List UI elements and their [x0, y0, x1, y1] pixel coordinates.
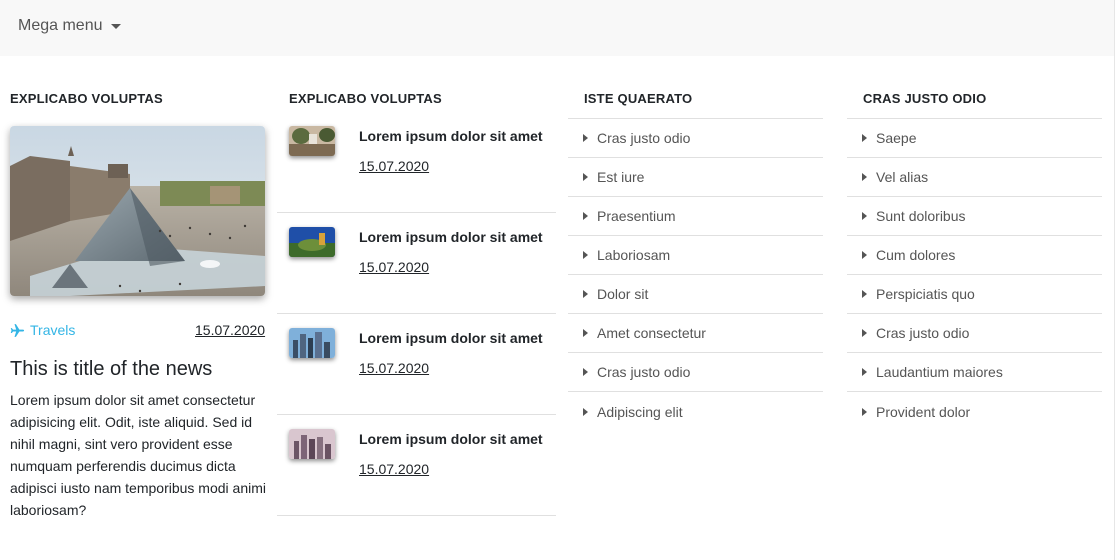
news-column-title: Explicabo voluptas [289, 91, 442, 106]
list-item[interactable]: Cras justo odio [568, 353, 823, 392]
list-item[interactable]: Perspiciatis quo [847, 275, 1102, 314]
caret-right-icon [862, 173, 867, 181]
news-thumbnail [289, 126, 335, 156]
list-item-label: Est iure [597, 169, 645, 185]
category-link[interactable]: Travels [10, 322, 75, 338]
news-item[interactable]: Lorem ipsum dolor sit amet 15.07.2020 [277, 314, 556, 415]
news-item-title: Lorem ipsum dolor sit amet [359, 128, 543, 144]
caret-right-icon [862, 368, 867, 376]
list-item[interactable]: Cras justo odio [847, 314, 1102, 353]
list-item-label: Adipiscing elit [597, 403, 683, 420]
news-thumbnail [289, 328, 335, 358]
featured-news-image[interactable] [10, 126, 265, 296]
list-item[interactable]: Est iure [568, 158, 823, 197]
caret-right-icon [583, 134, 588, 142]
featured-news-text: Lorem ipsum dolor sit amet consectetur a… [10, 392, 266, 518]
list-item-label: Cum dolores [876, 247, 956, 263]
list-item[interactable]: Saepe [847, 119, 1102, 158]
list2-column-title: Cras justo odio [863, 91, 987, 106]
list-item-label: Cras justo odio [876, 325, 970, 341]
caret-right-icon [583, 212, 588, 220]
list-item[interactable]: Vel alias [847, 158, 1102, 197]
news-item-title: Lorem ipsum dolor sit amet [359, 431, 543, 447]
category-label: Travels [30, 322, 76, 338]
news-item[interactable]: Lorem ipsum dolor sit amet 15.07.2020 [277, 415, 556, 516]
caret-right-icon [862, 134, 867, 142]
list1: Cras justo odio Est iure Praesentium Lab… [568, 118, 823, 431]
caret-right-icon [583, 173, 588, 181]
list-item-label: Amet consectetur [597, 325, 706, 341]
list-item[interactable]: Cras justo odio [568, 119, 823, 158]
caret-down-icon [110, 24, 121, 29]
caret-right-icon [583, 290, 588, 298]
news-item-date[interactable]: 15.07.2020 [359, 259, 429, 275]
featured-news-date[interactable]: 15.07.2020 [195, 322, 265, 338]
mega-menu-label: Mega menu [18, 17, 103, 34]
news-item[interactable]: Lorem ipsum dolor sit amet 15.07.2020 [277, 112, 556, 213]
list-item-label: Sunt doloribus [876, 208, 966, 224]
news-thumbnail [289, 227, 335, 257]
news-item-date[interactable]: 15.07.2020 [359, 158, 429, 174]
caret-right-icon [862, 212, 867, 220]
list-item[interactable]: Laboriosam [568, 236, 823, 275]
list-item-label: Cras justo odio [597, 364, 691, 380]
mega-menu-toggle[interactable]: Mega menu [18, 17, 121, 35]
list-item-label: Dolor sit [597, 286, 649, 302]
list-item[interactable]: Cum dolores [847, 236, 1102, 275]
list-item-label: Praesentium [597, 208, 676, 224]
list-item[interactable]: Laudantium maiores [847, 353, 1102, 392]
mega-menu-panel: Explicabo voluptas [0, 56, 1115, 560]
list-item-label: Perspiciatis quo [876, 286, 975, 302]
caret-right-icon [583, 368, 588, 376]
news-item-date[interactable]: 15.07.2020 [359, 461, 429, 477]
list-item[interactable]: Sunt doloribus [847, 197, 1102, 236]
caret-right-icon [583, 407, 588, 416]
list-item-label: Vel alias [876, 169, 929, 185]
featured-column-title: Explicabo voluptas [10, 91, 163, 106]
list-item-label: Saepe [876, 130, 917, 146]
caret-right-icon [862, 290, 867, 298]
list-item[interactable]: Amet consectetur [568, 314, 823, 353]
list-item[interactable]: Adipiscing elit [568, 392, 823, 431]
news-item-title: Lorem ipsum dolor sit amet [359, 229, 543, 245]
news-item-date[interactable]: 15.07.2020 [359, 360, 429, 376]
list-item-label: Laboriosam [597, 247, 671, 263]
featured-news-title: This is title of the news [10, 358, 213, 380]
list1-column-title: Iste quaerato [584, 91, 693, 106]
list-item-label: Cras justo odio [597, 130, 691, 146]
list-item-label: Provident dolor [876, 403, 971, 420]
list-item[interactable]: Dolor sit [568, 275, 823, 314]
news-item[interactable]: Lorem ipsum dolor sit amet 15.07.2020 [277, 213, 556, 314]
caret-right-icon [583, 251, 588, 259]
news-item-title: Lorem ipsum dolor sit amet [359, 330, 543, 346]
caret-right-icon [583, 329, 588, 337]
navbar: Mega menu [0, 0, 1115, 56]
caret-right-icon [862, 407, 867, 416]
news-thumbnail [289, 429, 335, 459]
list-item[interactable]: Praesentium [568, 197, 823, 236]
list2: Saepe Vel alias Sunt doloribus Cum dolor… [847, 118, 1102, 431]
plane-icon [10, 323, 25, 337]
caret-right-icon [862, 329, 867, 337]
list-item[interactable]: Provident dolor [847, 392, 1102, 431]
caret-right-icon [862, 251, 867, 259]
list-item-label: Laudantium maiores [876, 364, 1003, 380]
